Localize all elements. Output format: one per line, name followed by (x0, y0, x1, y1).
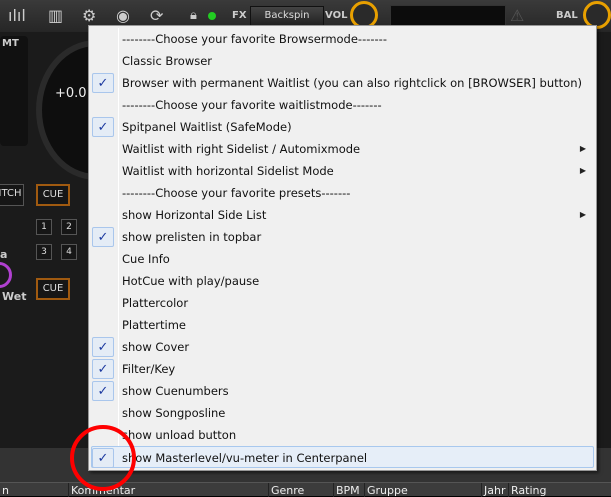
column-header-jahr[interactable]: Jahr (481, 483, 508, 497)
cue-button[interactable]: CUE (36, 184, 70, 206)
menu-item-label: Waitlist with right Sidelist / Automixmo… (122, 142, 361, 156)
wet-label: Wet (2, 290, 27, 303)
menu-item-label: show Cover (122, 340, 190, 354)
mt-label: MT (2, 38, 19, 49)
checkmark-icon: ✓ (92, 359, 114, 379)
browser-column-headers: n Kommentar Genre BPM Gruppe Jahr Rating (0, 482, 611, 497)
checkmark-icon: ✓ (92, 448, 114, 468)
menu-item: --------Choose your favorite waitlistmod… (89, 94, 596, 116)
refresh-icon[interactable]: ⟳ (150, 6, 163, 26)
pitch-button[interactable]: ITCH (0, 184, 24, 206)
menu-item[interactable]: ✓ Spitpanel Waitlist (SafeMode) (89, 116, 596, 138)
menu-item-label: show unload button (122, 428, 237, 442)
checkmark-icon: ✓ (92, 73, 114, 93)
menu-item[interactable]: ✓ show prelisten in topbar (89, 226, 596, 248)
column-header-bpm[interactable]: BPM (333, 483, 364, 497)
bal-label: BAL (556, 10, 578, 21)
menu-item-label: Browser with permanent Waitlist (you can… (122, 76, 582, 90)
column-header[interactable]: n (0, 483, 68, 497)
checkmark-icon: ✓ (92, 381, 114, 401)
gear-icon[interactable]: ⚙ (82, 6, 96, 26)
lock-icon[interactable]: 🔒︎ (190, 6, 197, 26)
checkmark-icon: ✓ (92, 227, 114, 247)
menu-item[interactable]: Plattercolor (89, 292, 596, 314)
column-header-kommentar[interactable]: Kommentar (68, 483, 268, 497)
menu-item[interactable]: Waitlist with horizontal Sidelist Mode ▶ (89, 160, 596, 182)
menu-item-label: HotCue with play/pause (122, 274, 260, 288)
menu-item[interactable]: ✓ Filter/Key (89, 358, 596, 380)
column-header-rating[interactable]: Rating (508, 483, 611, 497)
hotcue-2[interactable]: 2 (61, 219, 77, 235)
menu-item[interactable]: Classic Browser (89, 50, 596, 72)
menu-item-label: --------Choose your favorite Browsermode… (122, 32, 387, 46)
menu-item[interactable]: show unload button (89, 424, 596, 446)
menu-item-label: Spitpanel Waitlist (SafeMode) (122, 120, 292, 134)
waveform-icon[interactable]: ılıl (8, 6, 26, 26)
menu-item: --------Choose your favorite Browsermode… (89, 28, 596, 50)
menu-item[interactable]: Plattertime (89, 314, 596, 336)
warning-icon: ⚠ (510, 6, 525, 25)
menu-item[interactable]: HotCue with play/pause (89, 270, 596, 292)
menu-item[interactable]: ✓ show Masterlevel/vu-meter in Centerpane… (91, 446, 594, 468)
menu-item-label: show prelisten in topbar (122, 230, 262, 244)
menu-item[interactable]: Waitlist with right Sidelist / Automixmo… (89, 138, 596, 160)
fx-select-button[interactable]: Backspin (250, 6, 324, 26)
mixer-icon[interactable]: ▥ (48, 6, 63, 26)
menu-item[interactable]: show Horizontal Side List ▶ (89, 204, 596, 226)
menu-item-label: --------Choose your favorite presets----… (122, 186, 351, 200)
pitch-value: +0.0 (55, 86, 87, 101)
submenu-arrow-icon: ▶ (579, 166, 586, 175)
menu-item-label: Classic Browser (122, 54, 213, 68)
submenu-arrow-icon: ▶ (579, 144, 586, 153)
menu-item-label: show Cuenumbers (122, 384, 229, 398)
menu-item[interactable]: ✓ show Cuenumbers (89, 380, 596, 402)
checkmark-icon: ✓ (92, 337, 114, 357)
menu-item-label: --------Choose your favorite waitlistmod… (122, 98, 382, 112)
menu-item[interactable]: ✓ show Cover (89, 336, 596, 358)
vol-label: VOL (325, 10, 348, 21)
menu-item-label: show Horizontal Side List (122, 208, 267, 222)
menu-item-label: Plattertime (122, 318, 186, 332)
column-header-genre[interactable]: Genre (268, 483, 333, 497)
fx-label: FX (232, 10, 247, 21)
hotcue-4[interactable]: 4 (61, 244, 77, 260)
checkmark-icon: ✓ (92, 117, 114, 137)
menu-item-label: Filter/Key (122, 362, 176, 376)
hotcue-3[interactable]: 3 (36, 244, 52, 260)
menu-item-label: show Masterlevel/vu-meter in Centerpanel (122, 451, 368, 465)
menu-item-label: Cue Info (122, 252, 170, 266)
menu-item-label: Plattercolor (122, 296, 189, 310)
options-context-menu: --------Choose your favorite Browsermode… (88, 25, 597, 471)
submenu-arrow-icon: ▶ (579, 210, 586, 219)
column-header-gruppe[interactable]: Gruppe (364, 483, 481, 497)
pitch-slider[interactable]: MT (0, 36, 28, 146)
menu-item-label: show Songposline (122, 406, 226, 420)
menu-item[interactable]: Cue Info (89, 248, 596, 270)
hotcue-1[interactable]: 1 (36, 219, 52, 235)
menu-item-label: Waitlist with horizontal Sidelist Mode (122, 164, 334, 178)
status-led-icon (208, 12, 216, 20)
menu-item[interactable]: show Songposline (89, 402, 596, 424)
menu-item[interactable]: ✓ Browser with permanent Waitlist (you ca… (89, 72, 596, 94)
cue-button-2[interactable]: CUE (36, 278, 70, 300)
fx-a-label: a (0, 248, 8, 261)
menu-item: --------Choose your favorite presets----… (89, 182, 596, 204)
eye-icon[interactable]: ◉ (116, 6, 130, 26)
